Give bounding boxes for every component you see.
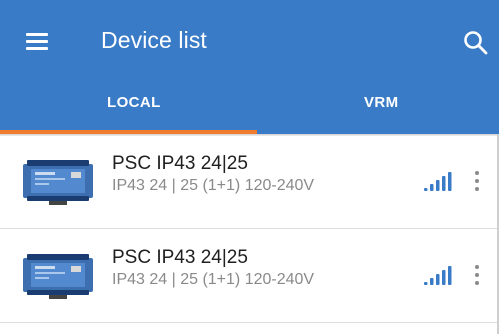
- signal-strength-icon: [424, 172, 452, 191]
- more-vert-icon[interactable]: [472, 169, 482, 195]
- search-icon[interactable]: [463, 30, 489, 56]
- device-list-item[interactable]: PSC IP43 24|25 IP43 24 | 25 (1+1) 120-24…: [0, 230, 499, 322]
- device-name: PSC IP43 24|25: [112, 247, 248, 268]
- device-thumbnail-image: [23, 160, 93, 205]
- device-thumbnail-image: [23, 254, 93, 299]
- more-vert-icon[interactable]: [472, 263, 482, 289]
- device-list-item[interactable]: PSC IP43 24|25 IP43 24 | 25 (1+1) 120-24…: [0, 136, 499, 228]
- device-description: IP43 24 | 25 (1+1) 120-240V: [112, 271, 315, 288]
- list-divider: [0, 322, 499, 323]
- device-description: IP43 24 | 25 (1+1) 120-240V: [112, 177, 315, 194]
- hamburger-menu-icon[interactable]: [26, 33, 48, 50]
- list-divider: [0, 228, 499, 229]
- signal-strength-icon: [424, 266, 452, 285]
- page-title: Device list: [101, 27, 207, 53]
- app-bar: Device list LOCAL VRM: [0, 0, 499, 134]
- device-name: PSC IP43 24|25: [112, 153, 248, 174]
- tab-vrm[interactable]: VRM: [364, 94, 399, 111]
- tab-local[interactable]: LOCAL: [107, 94, 161, 111]
